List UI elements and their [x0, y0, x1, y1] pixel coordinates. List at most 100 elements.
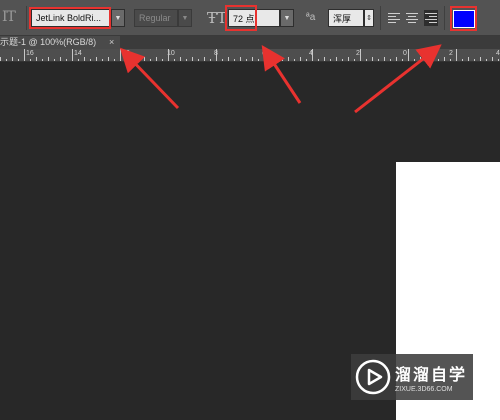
ruler-tick — [342, 59, 343, 61]
ruler-tick — [366, 59, 367, 61]
ruler-tick — [30, 59, 31, 61]
ruler-tick — [330, 59, 331, 61]
anti-alias-updown-icon[interactable]: ⇕ — [364, 9, 374, 27]
anti-alias-select[interactable]: 浑厚 — [328, 9, 364, 27]
ruler-label: 2 — [449, 50, 453, 57]
ruler-label: 12 — [122, 50, 130, 57]
watermark: 溜溜自学 ZIXUE.3D66.COM — [351, 354, 473, 400]
close-icon[interactable]: × — [109, 36, 114, 49]
options-bar: IT JetLink BoldRi... ▼ Regular ▼ ŦT 72 点… — [0, 0, 500, 36]
ruler-tick — [90, 59, 91, 61]
ruler-tick — [288, 57, 289, 61]
ruler-tick — [324, 57, 325, 61]
ruler-tick — [168, 49, 169, 61]
ruler-tick — [456, 49, 457, 61]
ruler-label: 14 — [74, 50, 82, 57]
font-size-icon: ŦT — [207, 9, 228, 27]
ruler-tick — [498, 59, 499, 61]
ruler-tick — [474, 59, 475, 61]
ruler-tick — [300, 57, 301, 61]
ruler-tick — [6, 59, 7, 61]
document-tab[interactable]: 示题-1 @ 100%(RGB/8) × — [0, 36, 120, 49]
font-size-chevron-down-icon[interactable]: ▼ — [280, 9, 294, 27]
ruler-tick — [294, 59, 295, 61]
ruler-tick — [450, 59, 451, 61]
ruler-tick — [210, 59, 211, 61]
ruler-tick — [336, 57, 337, 61]
ruler-tick — [240, 57, 241, 61]
ruler-tick — [402, 59, 403, 61]
ruler-tick — [114, 59, 115, 61]
ruler-tick — [492, 57, 493, 61]
text-color-highlight-box — [450, 6, 477, 31]
ruler-tick — [378, 59, 379, 61]
align-right-button[interactable] — [424, 10, 438, 26]
ruler-tick — [438, 59, 439, 61]
ruler-tick — [480, 57, 481, 61]
ruler-tick — [108, 57, 109, 61]
ruler-tick — [48, 57, 49, 61]
ruler-tick — [486, 59, 487, 61]
ruler-tick — [204, 57, 205, 61]
ruler-tick — [354, 59, 355, 61]
ruler-tick — [132, 57, 133, 61]
ruler-tick — [60, 57, 61, 61]
ruler-tick — [462, 59, 463, 61]
ruler-tick — [72, 49, 73, 61]
ruler-tick — [468, 57, 469, 61]
ruler-label: 4 — [496, 50, 500, 57]
ruler-tick — [252, 57, 253, 61]
play-logo-icon — [355, 359, 391, 395]
ruler-tick — [408, 49, 409, 61]
ruler-tick — [426, 59, 427, 61]
align-left-button[interactable] — [387, 10, 401, 26]
font-style-chevron-down-icon[interactable]: ▼ — [178, 9, 192, 27]
ruler-tick — [150, 59, 151, 61]
font-size-highlight-box — [225, 5, 257, 31]
ruler-tick — [162, 59, 163, 61]
ruler-tick — [156, 57, 157, 61]
document-tab-title: 示题-1 @ 100%(RGB/8) — [0, 37, 97, 47]
watermark-url: ZIXUE.3D66.COM — [395, 386, 453, 393]
ruler-tick — [282, 59, 283, 61]
ruler-tick — [246, 59, 247, 61]
ruler-tick — [96, 57, 97, 61]
separator — [26, 6, 27, 30]
ruler-tick — [102, 59, 103, 61]
ruler-tick — [414, 59, 415, 61]
ruler-tick — [120, 49, 121, 61]
ruler-tick — [192, 57, 193, 61]
ruler-tick — [432, 57, 433, 61]
ruler-tick — [42, 59, 43, 61]
ruler-tick — [270, 59, 271, 61]
ruler-tick — [348, 57, 349, 61]
anti-alias-icon: ªa — [306, 12, 316, 23]
ruler-tick — [180, 57, 181, 61]
ruler-tick — [198, 59, 199, 61]
ruler-tick — [396, 57, 397, 61]
ruler-tick — [18, 59, 19, 61]
ruler-label: 0 — [403, 50, 407, 57]
separator — [444, 6, 445, 30]
horizontal-ruler: 16 14 12 10 8 6 4 2 0 2 4 — [0, 49, 500, 62]
ruler-tick — [276, 57, 277, 61]
font-family-chevron-down-icon[interactable]: ▼ — [111, 9, 125, 27]
ruler-tick — [258, 59, 259, 61]
ruler-tick — [384, 57, 385, 61]
ruler-tick — [126, 59, 127, 61]
ruler-tick — [360, 49, 361, 61]
font-style-select[interactable]: Regular — [134, 9, 178, 27]
text-orientation-toggle-icon[interactable]: IT — [2, 9, 16, 25]
ruler-tick — [420, 57, 421, 61]
ruler-tick — [138, 59, 139, 61]
ruler-tick — [306, 59, 307, 61]
watermark-name: 溜溜自学 — [395, 367, 468, 384]
ruler-label: 16 — [26, 50, 34, 57]
ruler-tick — [12, 57, 13, 61]
ruler-tick — [312, 49, 313, 61]
font-family-highlight-box — [29, 7, 111, 29]
align-center-button[interactable] — [405, 10, 419, 26]
ruler-tick — [234, 59, 235, 61]
ruler-tick — [186, 59, 187, 61]
ruler-tick — [36, 57, 37, 61]
